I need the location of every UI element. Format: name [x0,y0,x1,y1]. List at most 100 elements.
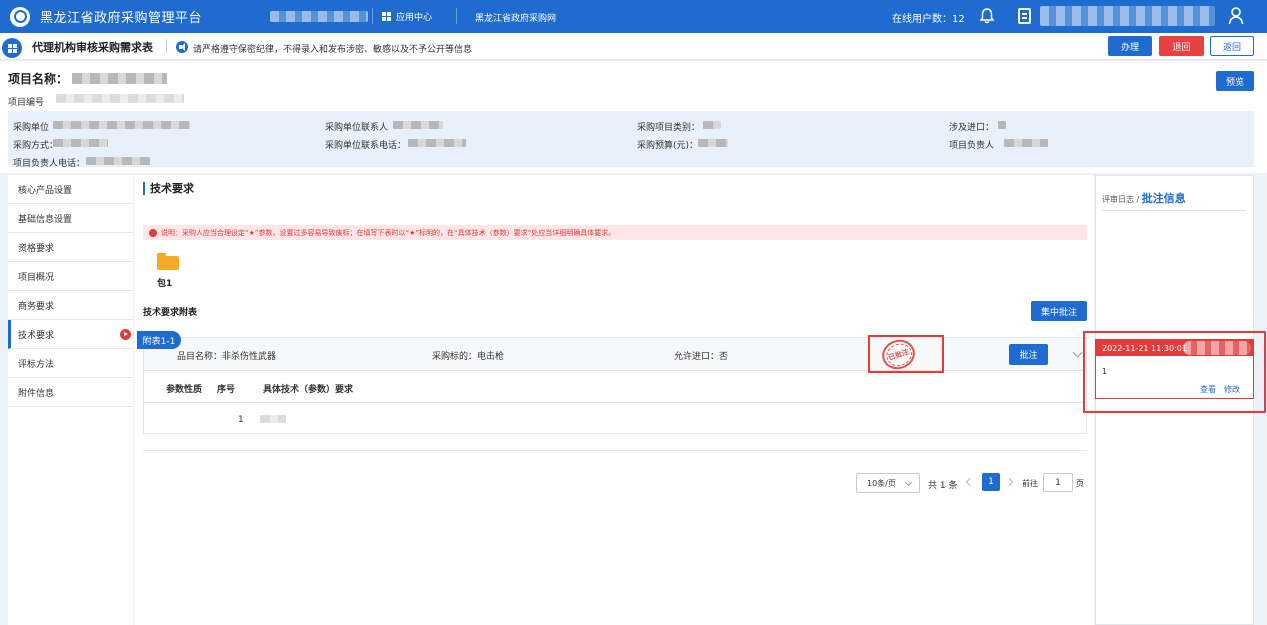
nav-item-evaluation[interactable]: 评标方法 [8,349,133,378]
project-code-redacted [56,94,184,103]
manager-phone-redacted [86,157,150,165]
portal-link[interactable]: 黑龙江省政府采购网 [475,11,556,24]
nav-item-technical[interactable]: 技术要求 [8,320,133,349]
app-center-label: 应用中心 [396,13,433,23]
review-log-tab[interactable]: 评审日志 [1102,195,1134,204]
app-center-link[interactable]: 应用中心 [382,10,432,23]
row-seq: 1 [238,415,244,425]
column-header: 参数性质 [166,385,203,395]
online-users: 在线用户数：12 [892,14,965,25]
warning-bar: 说明：采购人应当合理设定“★”参数，设置过多容易导致废标；在填写下表时以“★”标… [143,225,1087,240]
nav-item-basic-info[interactable]: 基础信息设置 [8,204,133,233]
table-header: 参数性质 序号 具体技术（参数）要求 [144,371,1086,403]
attachment-table-label: 技术要求附表 [143,308,198,318]
manager-phone-label: 项目负责人电话： [13,159,86,169]
speaker-icon [176,41,188,53]
document-icon[interactable] [1018,8,1031,24]
package-label[interactable]: 包1 [157,276,172,289]
confidentiality-notice: 请严格遵守保密纪律，不得录入和发布涉密、敏感以及不予公开等信息 [193,45,473,55]
view-link[interactable]: 查看 [1200,384,1216,395]
page-size-select[interactable]: 10条/页 [856,473,920,493]
goto-label: 前往 [1022,479,1038,488]
nav-item-label: 商务要求 [18,301,55,312]
page-current[interactable]: 1 [982,473,1000,491]
reject-button[interactable]: 退回 [1159,36,1204,56]
nav-item-label: 评标方法 [18,359,55,370]
stamp-text: 已批注 [887,347,910,362]
purchaser-redacted [53,121,190,129]
goto-page-input[interactable] [1043,473,1073,492]
page-unit-label: 页 [1076,479,1084,488]
divider [1102,210,1246,211]
account-redacted [270,11,368,22]
project-name-redacted [72,73,167,84]
return-button[interactable]: 返回 [1210,36,1254,56]
title-bar: 代理机构审核采购需求表 请严格遵守保密纪律，不得录入和发布涉密、敏感以及不予公开… [0,33,1267,60]
divider [166,39,167,53]
annotation-card: 2022-11-21 11:30:01 1 查看 修改 [1095,339,1254,399]
column-header: 具体技术（参数）要求 [263,385,354,395]
contact-phone-redacted [408,139,466,147]
attachment-tag: 附表1-1 [137,331,181,349]
purchaser-label: 采购单位 [13,123,50,133]
category-label: 采购项目类别： [637,123,701,133]
nav-item-overview[interactable]: 项目概况 [8,262,133,291]
import-redacted [998,121,1006,129]
user-icon[interactable] [1228,7,1244,25]
annotation-header: 2022-11-21 11:30:01 [1096,340,1253,356]
edit-link[interactable]: 修改 [1224,384,1240,395]
flag-icon [120,329,131,340]
contact-phone-label: 采购单位联系电话： [325,141,407,151]
divider [143,450,1087,451]
panel-title: 评审日志 / 批注信息 [1102,190,1186,206]
annotate-button[interactable]: 批注 [1009,344,1048,365]
batch-annotate-button[interactable]: 集中批注 [1031,301,1087,321]
warning-icon [149,228,157,237]
nav-item-label: 核心产品设置 [18,185,73,196]
nav-item-qualification[interactable]: 资格要求 [8,233,133,262]
project-info-box: 采购单位 采购单位联系人 采购项目类别： 涉及进口： 采购方式： 采购单位联系电… [8,111,1254,169]
top-bar: 黑龙江省政府采购管理平台 应用中心 黑龙江省政府采购网 在线用户数：12 [0,0,1267,33]
item-name: 品目名称：非杀伤性武器 [177,352,277,362]
nav-item-label: 附件信息 [18,388,55,399]
menu-grid-icon[interactable] [2,38,22,58]
purchaser-contact-label: 采购单位联系人 [325,123,389,133]
annotation-content: 1 [1102,367,1108,376]
annotator-redacted [1183,341,1251,355]
section-title: 技术要求 [143,182,194,195]
annotation-time: 2022-11-21 11:30:01 [1102,343,1187,353]
total-count: 共 1 条 [928,481,958,491]
page-title: 代理机构审核采购需求表 [32,41,153,54]
purchaser-contact-redacted [393,121,443,129]
nav-item-label: 技术要求 [18,330,55,341]
divider [456,8,457,24]
handle-button[interactable]: 办理 [1108,36,1152,56]
nav-item-label: 资格要求 [18,243,55,254]
nav-item-core-products[interactable]: 核心产品设置 [8,175,133,204]
method-label: 采购方式： [13,141,59,151]
folder-icon[interactable] [157,253,179,270]
divider [372,8,373,24]
app-title: 黑龙江省政府采购管理平台 [40,11,203,26]
nav-item-business[interactable]: 商务要求 [8,291,133,320]
preview-button[interactable]: 预览 [1216,71,1254,91]
column-header: 序号 [217,385,236,395]
budget-redacted [698,139,728,147]
warning-text: 说明：采购人应当合理设定“★”参数，设置过多容易导致废标；在填写下表时以“★”标… [161,228,616,237]
grid-icon [382,12,391,21]
section-nav: 核心产品设置 基础信息设置 资格要求 项目概况 商务要求 技术要求 评标方法 附… [8,175,133,625]
import-label: 涉及进口： [949,123,995,133]
title-separator: / [1134,195,1142,204]
budget-label: 采购预算(元)： [637,141,699,151]
nav-item-label: 基础信息设置 [18,214,73,225]
project-name-label: 项目名称： [8,72,69,86]
purchase-target: 采购标的：电击枪 [432,352,505,362]
emblem-icon [10,6,30,27]
method-redacted [53,139,108,147]
allow-import: 允许进口：否 [674,352,729,362]
category-redacted [703,121,721,129]
user-name-redacted [1040,6,1215,26]
bell-icon[interactable] [980,8,994,24]
annotation-info-tab[interactable]: 批注信息 [1142,192,1186,205]
nav-item-attachments[interactable]: 附件信息 [8,378,133,407]
